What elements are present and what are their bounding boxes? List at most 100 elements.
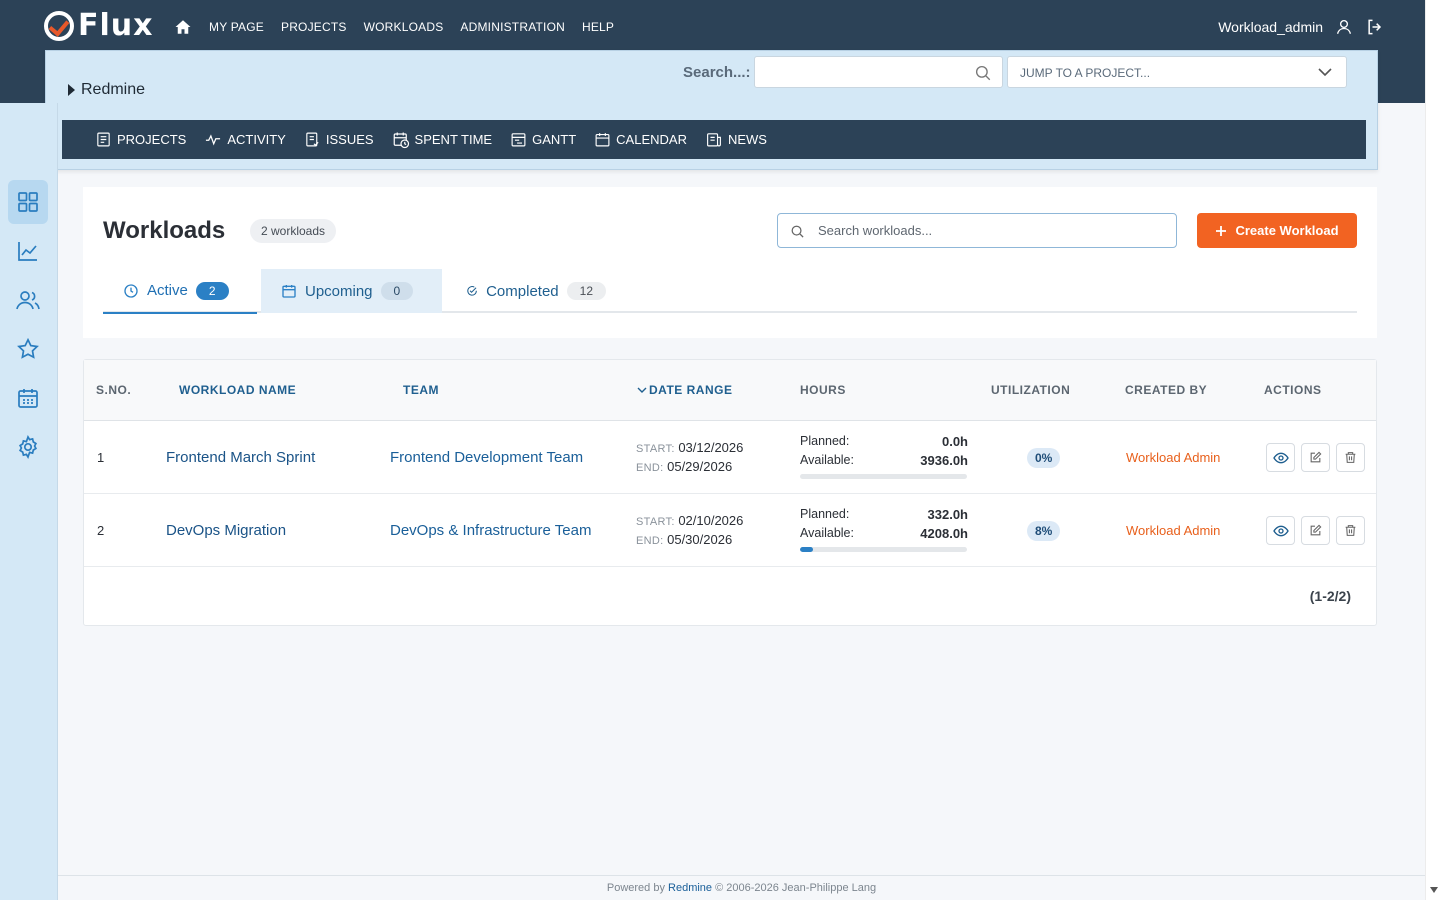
- delete-button[interactable]: [1336, 443, 1365, 472]
- delete-button[interactable]: [1336, 516, 1365, 545]
- tab-upcoming-count: 0: [380, 282, 414, 300]
- row-created-by[interactable]: Workload Admin: [1126, 450, 1220, 465]
- calendar-icon: [595, 133, 610, 147]
- sort-desc-icon: [637, 387, 647, 393]
- edit-icon: [1310, 451, 1322, 463]
- row-end-date: 05/30/2026: [667, 532, 733, 547]
- jump-to-project-placeholder: JUMP TO A PROJECT...: [1020, 66, 1151, 80]
- workload-search-field[interactable]: [777, 213, 1177, 248]
- trash-icon: [1345, 452, 1356, 463]
- topnav-my-page[interactable]: MY PAGE: [209, 20, 264, 34]
- available-label: Available:: [800, 453, 854, 467]
- scroll-down-arrow-icon[interactable]: [1430, 887, 1438, 893]
- project-menu-calendar[interactable]: CALENDAR: [594, 131, 687, 148]
- row-team[interactable]: DevOps & Infrastructure Team: [390, 522, 591, 539]
- project-menu-gantt[interactable]: GANTT: [510, 131, 576, 148]
- dashboard-grid-icon: [18, 192, 38, 212]
- edit-icon: [1310, 524, 1322, 536]
- home-icon[interactable]: [174, 18, 192, 36]
- project-menu-label: NEWS: [727, 132, 767, 147]
- topnav-projects[interactable]: PROJECTS: [281, 20, 347, 34]
- sidebar-item-calendar[interactable]: [8, 376, 48, 420]
- view-button[interactable]: [1266, 516, 1295, 545]
- planned-label: Planned:: [800, 507, 850, 521]
- table-row: 2 DevOps Migration DevOps & Infrastructu…: [84, 494, 1376, 567]
- row-available-hours: 4208.0h: [920, 526, 968, 541]
- available-label: Available:: [800, 526, 854, 540]
- logo[interactable]: Flux: [44, 8, 153, 43]
- calendar-icon: [18, 389, 38, 408]
- end-label: END:: [636, 462, 664, 474]
- left-sidebar: [0, 103, 58, 900]
- edit-button[interactable]: [1301, 516, 1330, 545]
- footer: Powered by Redmine © 2006-2026 Jean-Phil…: [58, 875, 1425, 900]
- workload-tabs: Active 2 Upcoming 0 Completed 12: [103, 269, 1357, 314]
- caret-right-icon: [68, 84, 75, 96]
- column-date-range[interactable]: DATE RANGE: [637, 383, 732, 397]
- topnav-help[interactable]: HELP: [582, 20, 614, 34]
- column-date-range-label: DATE RANGE: [649, 383, 733, 397]
- tab-active[interactable]: Active 2: [103, 269, 257, 314]
- project-menu: PROJECTS ACTIVITY ISSUES SPENT TIME GANT…: [62, 120, 1366, 159]
- table-header: S.NO. WORKLOAD NAME TEAM DATE RANGE HOUR…: [84, 360, 1376, 421]
- table-row: 1 Frontend March Sprint Frontend Develop…: [84, 421, 1376, 494]
- row-actions: [1266, 516, 1365, 545]
- row-created-by[interactable]: Workload Admin: [1126, 523, 1220, 538]
- topnav-workloads[interactable]: WORKLOADS: [364, 20, 444, 34]
- logo-text: Flux: [78, 8, 154, 43]
- tab-completed[interactable]: Completed 12: [446, 269, 626, 313]
- sidebar-item-settings[interactable]: [8, 425, 48, 469]
- spent-time-icon: [393, 132, 409, 148]
- page-scrollbar[interactable]: [1425, 0, 1440, 900]
- workload-search-input[interactable]: [818, 214, 1168, 247]
- project-name: Redmine: [81, 81, 146, 98]
- sidebar-item-reports[interactable]: [8, 229, 48, 273]
- projects-icon: [97, 132, 110, 147]
- edit-button[interactable]: [1301, 443, 1330, 472]
- chevron-down-icon: [1318, 68, 1332, 77]
- sidebar-item-favorites[interactable]: [8, 327, 48, 371]
- pagination-info: (1-2/2): [1309, 588, 1351, 604]
- project-menu-issues[interactable]: ISSUES: [304, 131, 374, 148]
- column-team[interactable]: TEAM: [403, 383, 439, 397]
- end-label: END:: [636, 535, 664, 547]
- eye-icon: [1272, 525, 1289, 536]
- sidebar-item-teams[interactable]: [8, 278, 48, 322]
- tab-upcoming[interactable]: Upcoming 0: [261, 269, 442, 313]
- footer-copyright: © 2006-2026 Jean-Philippe Lang: [715, 882, 877, 894]
- project-title[interactable]: Redmine: [68, 81, 145, 99]
- project-menu-activity[interactable]: ACTIVITY: [204, 131, 286, 148]
- footer-redmine-link[interactable]: Redmine: [668, 882, 712, 894]
- logo-check-icon: [44, 10, 74, 41]
- users-icon: [16, 291, 40, 310]
- row-planned-hours: 0.0h: [941, 434, 968, 449]
- row-hours: Planned: 0.0h Available: 3936.0h: [800, 432, 968, 479]
- row-actions: [1266, 443, 1365, 472]
- row-start-date: 03/12/2026: [678, 440, 744, 455]
- column-hours: HOURS: [800, 383, 846, 397]
- create-workload-button[interactable]: Create Workload: [1197, 213, 1357, 248]
- create-workload-label: Create Workload: [1235, 223, 1339, 238]
- project-menu-spent-time[interactable]: SPENT TIME: [392, 131, 492, 149]
- trash-icon: [1345, 525, 1356, 536]
- row-team[interactable]: Frontend Development Team: [390, 449, 583, 466]
- view-button[interactable]: [1266, 443, 1295, 472]
- project-menu-label: PROJECTS: [117, 132, 187, 147]
- topnav-administration[interactable]: ADMINISTRATION: [460, 20, 565, 34]
- search-icon: [791, 225, 804, 238]
- username[interactable]: Workload_admin: [1218, 19, 1323, 35]
- row-workload-name[interactable]: Frontend March Sprint: [166, 449, 315, 466]
- row-workload-name[interactable]: DevOps Migration: [166, 522, 286, 539]
- project-panel: Redmine Search...: JUMP TO A PROJECT... …: [45, 50, 1378, 170]
- column-workload-name[interactable]: WORKLOAD NAME: [179, 383, 296, 397]
- user-icon[interactable]: [1335, 18, 1353, 36]
- jump-to-project-select[interactable]: JUMP TO A PROJECT...: [1007, 56, 1347, 88]
- calendar-icon: [282, 285, 296, 298]
- project-menu-news[interactable]: NEWS: [705, 131, 767, 148]
- quick-search-input[interactable]: [754, 56, 1003, 88]
- sidebar-item-dashboard[interactable]: [8, 180, 48, 224]
- issues-icon: [306, 132, 319, 147]
- project-menu-projects[interactable]: PROJECTS: [95, 131, 186, 148]
- user-area: Workload_admin: [1218, 17, 1385, 37]
- logout-icon[interactable]: [1365, 17, 1385, 37]
